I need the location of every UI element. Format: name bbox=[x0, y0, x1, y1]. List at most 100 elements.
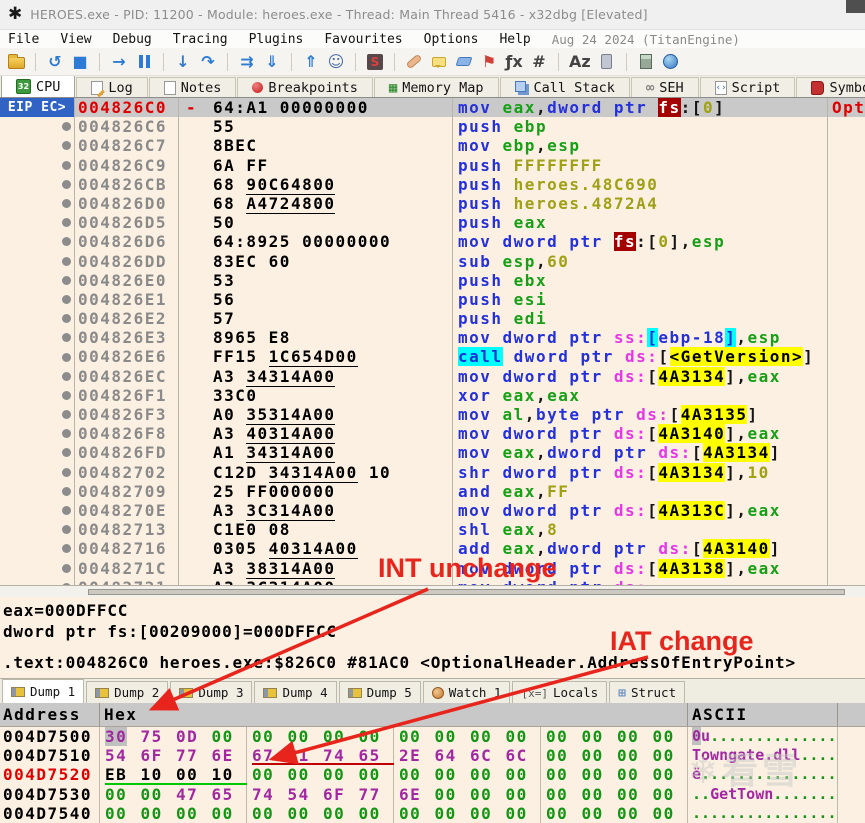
breakpoint-gutter[interactable] bbox=[0, 463, 74, 482]
restart-icon[interactable]: ↺ bbox=[46, 52, 64, 72]
disasm-row[interactable]: 004826C7 8BEC mov ebp,esp bbox=[0, 136, 865, 155]
breakpoint-dot-icon[interactable] bbox=[62, 506, 71, 516]
calculator-icon[interactable] bbox=[637, 52, 655, 72]
step-over-icon[interactable]: ↷ bbox=[199, 52, 217, 72]
breakpoint-dot-icon[interactable] bbox=[62, 544, 71, 554]
menu-options[interactable]: Options bbox=[424, 32, 479, 47]
tab-script[interactable]: Script bbox=[699, 77, 796, 97]
menu-plugins[interactable]: Plugins bbox=[249, 32, 304, 47]
tab-breakpoints[interactable]: Breakpoints bbox=[237, 77, 373, 97]
breakpoint-dot-icon[interactable] bbox=[62, 371, 71, 381]
breakpoint-gutter[interactable] bbox=[0, 328, 74, 347]
menu-favourites[interactable]: Favourites bbox=[324, 32, 402, 47]
disasm-row[interactable]: 004826F1 33C0 xor eax,eax bbox=[0, 386, 865, 405]
comment-icon[interactable] bbox=[430, 52, 448, 72]
menu-view[interactable]: View bbox=[60, 32, 91, 47]
menu-debug[interactable]: Debug bbox=[113, 32, 152, 47]
scrollbar-thumb[interactable] bbox=[88, 589, 845, 595]
run-icon[interactable]: → bbox=[110, 52, 128, 72]
disasm-row[interactable]: 004826D0 68 A4724800 push heroes.4872A4 bbox=[0, 193, 865, 214]
breakpoint-gutter[interactable] bbox=[0, 539, 74, 558]
dump-tab-locals[interactable]: Locals bbox=[512, 681, 608, 703]
dump-tab-dump-3[interactable]: Dump 3 bbox=[170, 681, 253, 703]
breakpoint-gutter[interactable] bbox=[0, 578, 74, 585]
disasm-row[interactable]: 004826E1 56 push esi bbox=[0, 290, 865, 309]
pause-icon[interactable] bbox=[135, 52, 153, 72]
breakpoint-dot-icon[interactable] bbox=[62, 199, 71, 209]
disasm-row[interactable]: 004826FD A1 34314A00 mov eax,dword ptr ds:… bbox=[0, 443, 865, 464]
breakpoint-dot-icon[interactable] bbox=[62, 486, 71, 496]
tab-call-stack[interactable]: Call Stack bbox=[499, 77, 630, 97]
disasm-row[interactable]: 004826F8 A3 40314A00 mov dword ptr ds:[4A3… bbox=[0, 424, 865, 445]
breakpoint-gutter[interactable] bbox=[0, 232, 74, 251]
disasm-row[interactable]: 00482713 C1E0 08 shl eax,8 bbox=[0, 520, 865, 539]
breakpoint-gutter[interactable] bbox=[0, 443, 74, 462]
hash-icon[interactable]: # bbox=[530, 52, 548, 72]
horizontal-scrollbar[interactable] bbox=[0, 585, 865, 597]
breakpoint-dot-icon[interactable] bbox=[62, 179, 71, 189]
disasm-row[interactable]: 004826C9 6A FF push FFFFFFFF bbox=[0, 156, 865, 175]
modules-icon[interactable] bbox=[598, 52, 616, 72]
execute-till-return-icon[interactable]: ⇑ bbox=[302, 52, 320, 72]
breakpoint-dot-icon[interactable] bbox=[62, 525, 71, 535]
breakpoint-gutter[interactable] bbox=[0, 482, 74, 501]
function-icon[interactable]: ƒx bbox=[505, 52, 523, 72]
disasm-row[interactable]: 004826DD 83EC 60 sub esp,60 bbox=[0, 252, 865, 271]
bookmark-icon[interactable]: ⚑ bbox=[480, 52, 498, 72]
dump-tab-dump-5[interactable]: Dump 5 bbox=[338, 681, 421, 703]
breakpoint-gutter[interactable] bbox=[0, 367, 74, 386]
breakpoint-gutter[interactable] bbox=[0, 520, 74, 539]
disasm-row[interactable]: 004826E3 8965 E8 mov dword ptr ss:[ebp-18]… bbox=[0, 328, 865, 348]
breakpoint-gutter[interactable] bbox=[0, 136, 74, 155]
tab-symbols[interactable]: Symbols bbox=[796, 77, 865, 97]
menu-help[interactable]: Help bbox=[499, 32, 530, 47]
stop-icon[interactable]: ■ bbox=[71, 52, 89, 72]
breakpoint-dot-icon[interactable] bbox=[62, 390, 71, 400]
tab-notes[interactable]: Notes bbox=[148, 77, 237, 97]
disasm-row[interactable]: 004826E2 57 push edi bbox=[0, 309, 865, 328]
disasm-row[interactable]: 004826F3 A0 35314A00 mov al,byte ptr ds:[4… bbox=[0, 405, 865, 425]
disasm-row[interactable]: 004826E6 FF15 1C654D00 call dword ptr ds:[… bbox=[0, 347, 865, 368]
dump-tab-dump-4[interactable]: Dump 4 bbox=[254, 681, 337, 703]
tab-log[interactable]: Log bbox=[76, 77, 148, 97]
breakpoint-dot-icon[interactable] bbox=[62, 429, 71, 439]
breakpoint-gutter[interactable] bbox=[0, 405, 74, 424]
breakpoint-gutter[interactable] bbox=[0, 194, 74, 213]
breakpoint-dot-icon[interactable] bbox=[62, 333, 71, 343]
breakpoint-dot-icon[interactable] bbox=[62, 218, 71, 228]
tab-memory-map[interactable]: Memory Map bbox=[373, 77, 499, 97]
disasm-row[interactable]: 004826E0 53 push ebx bbox=[0, 271, 865, 290]
globe-icon[interactable] bbox=[662, 52, 680, 72]
breakpoint-dot-icon[interactable] bbox=[62, 294, 71, 304]
breakpoint-dot-icon[interactable] bbox=[62, 352, 71, 362]
dump-tab-dump-2[interactable]: Dump 2 bbox=[86, 681, 169, 703]
breakpoint-gutter[interactable] bbox=[0, 175, 74, 194]
open-file-icon[interactable] bbox=[7, 52, 25, 72]
menu-tracing[interactable]: Tracing bbox=[173, 32, 228, 47]
breakpoint-gutter[interactable] bbox=[0, 213, 74, 232]
disasm-row[interactable]: 00482702 C12D 34314A00 10 shr dword ptr ds… bbox=[0, 462, 865, 483]
seh-chain-icon[interactable]: S bbox=[366, 52, 384, 72]
step-out-icon[interactable]: ⇓ bbox=[263, 52, 281, 72]
breakpoint-dot-icon[interactable] bbox=[62, 314, 71, 324]
hex-row[interactable]: 004D7540 00 00 00 00 00 00 00 00 00 00 00 00 00 00 00 00… bbox=[0, 803, 865, 823]
breakpoint-gutter[interactable] bbox=[0, 309, 74, 328]
breakpoint-dot-icon[interactable] bbox=[62, 141, 71, 151]
disasm-row[interactable]: 004826D6 64:8925 00000000 mov dword ptr fs… bbox=[0, 232, 865, 252]
breakpoint-dot-icon[interactable] bbox=[62, 237, 71, 247]
disasm-row[interactable]: 00482709 25 FF000000 and eax,FF bbox=[0, 482, 865, 501]
breakpoint-gutter[interactable] bbox=[0, 386, 74, 405]
breakpoint-dot-icon[interactable] bbox=[62, 122, 71, 132]
label-icon[interactable] bbox=[455, 52, 473, 72]
breakpoint-gutter[interactable] bbox=[0, 252, 74, 271]
breakpoint-dot-icon[interactable] bbox=[62, 256, 71, 266]
dump-tab-dump-1[interactable]: Dump 1 bbox=[2, 679, 85, 703]
tab-cpu[interactable]: CPU bbox=[1, 76, 76, 97]
breakpoint-dot-icon[interactable] bbox=[62, 563, 71, 573]
disasm-row[interactable]: 004826CB 68 90C64800 push heroes.48C690 bbox=[0, 174, 865, 195]
breakpoint-gutter[interactable] bbox=[0, 156, 74, 175]
disasm-row[interactable]: 004826C6 55 push ebp bbox=[0, 117, 865, 136]
breakpoint-dot-icon[interactable] bbox=[62, 448, 71, 458]
disasm-row[interactable]: 004826EC A3 34314A00 mov dword ptr ds:[4A3… bbox=[0, 366, 865, 387]
breakpoint-gutter[interactable] bbox=[0, 271, 74, 290]
